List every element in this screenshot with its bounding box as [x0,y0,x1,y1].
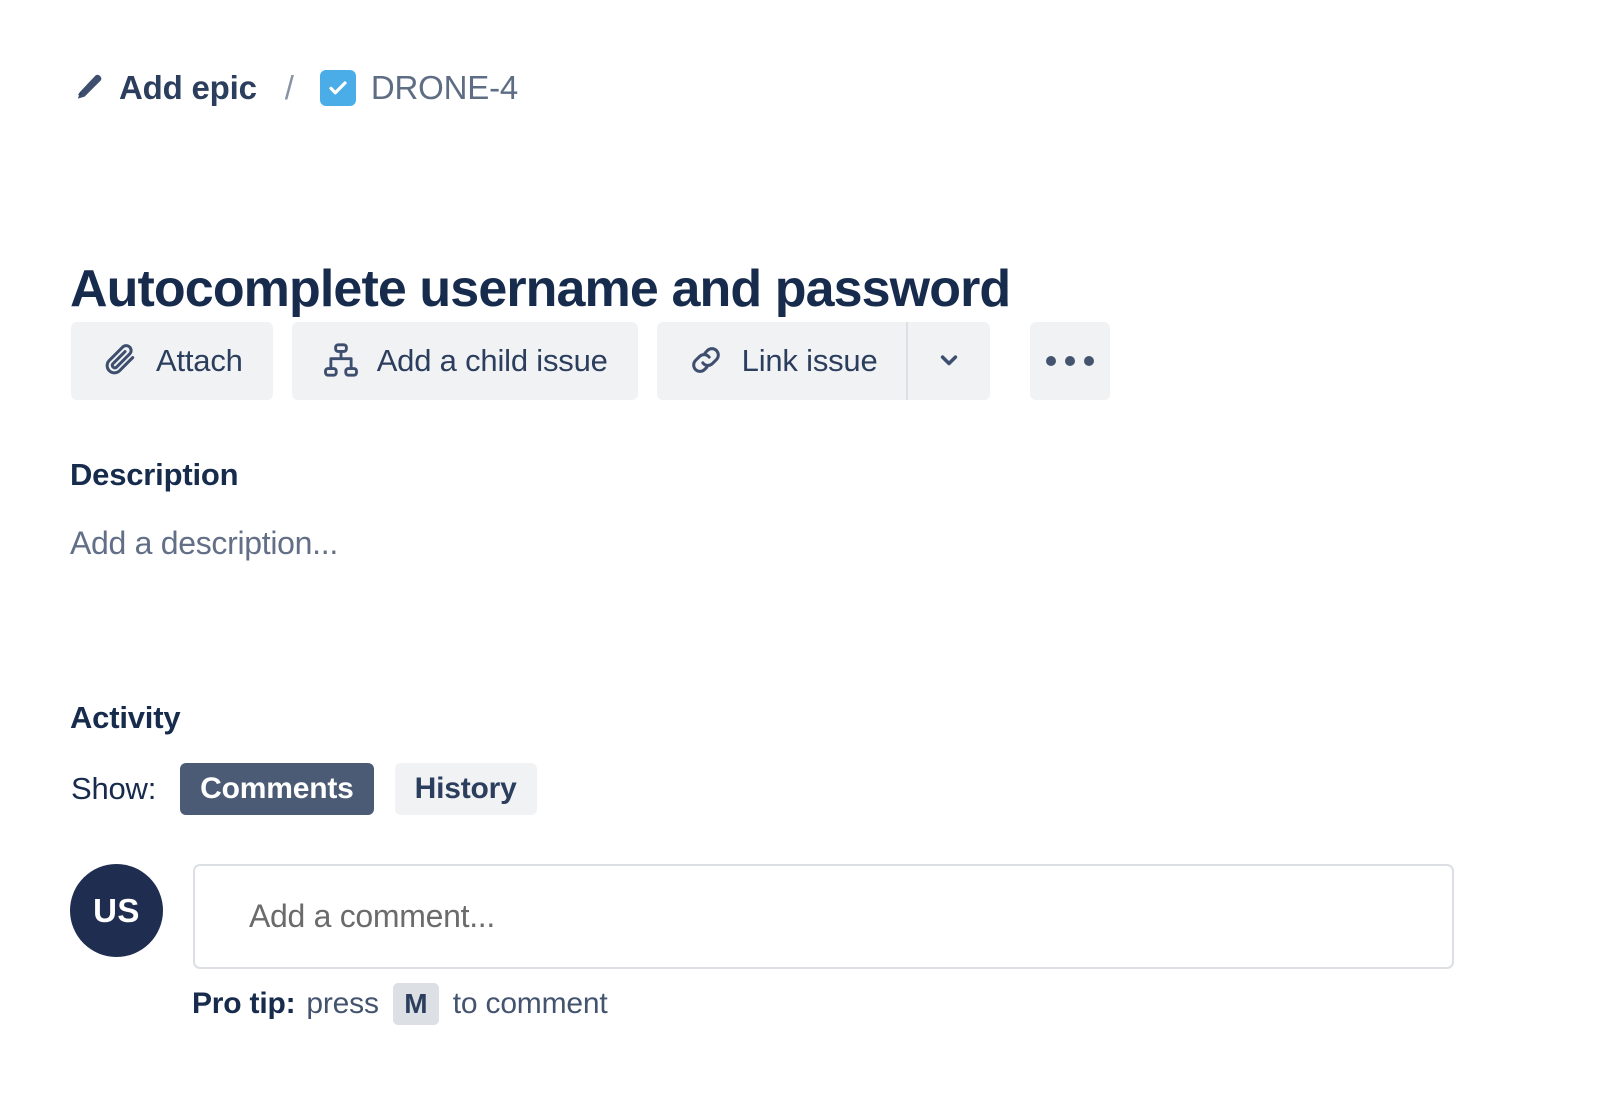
avatar[interactable]: US [70,864,163,957]
pencil-icon [71,71,105,105]
activity-heading: Activity [70,700,180,736]
task-checkbox-icon [320,70,356,106]
issue-detail-page: Add epic / DRONE-4 Autocomplete username… [0,0,1600,1103]
ellipsis-icon [1065,356,1075,366]
breadcrumb-separator: / [285,69,294,107]
add-child-issue-button[interactable]: Add a child issue [292,322,638,400]
breadcrumb-issue-key[interactable]: DRONE-4 [320,69,518,107]
pro-tip-key-badge: M [393,983,439,1025]
ellipsis-icon [1046,356,1056,366]
comment-input[interactable]: Add a comment... [193,864,1454,969]
chevron-down-icon [935,346,963,377]
description-placeholder[interactable]: Add a description... [70,525,338,562]
breadcrumb-add-epic-label: Add epic [119,69,257,107]
more-actions-button[interactable] [1030,322,1110,400]
activity-show-label: Show: [71,771,156,807]
description-heading: Description [70,457,238,493]
link-issue-dropdown-button[interactable] [908,322,990,400]
link-issue-button-label: Link issue [742,343,878,379]
chain-link-icon [687,341,725,382]
issue-action-toolbar: Attach Add a child issue [71,322,1110,400]
pro-tip-action: press [306,987,378,1021]
paperclip-icon [101,341,139,382]
breadcrumb-issue-key-label: DRONE-4 [371,69,518,107]
pro-tip-prefix: Pro tip: [192,987,295,1021]
breadcrumb-add-epic[interactable]: Add epic [71,69,257,107]
page-title[interactable]: Autocomplete username and password [70,257,1010,321]
hierarchy-icon [322,341,360,382]
link-issue-button[interactable]: Link issue [657,322,906,400]
link-issue-button-group: Link issue [657,322,990,400]
attach-button[interactable]: Attach [71,322,273,400]
tab-history[interactable]: History [395,763,537,815]
breadcrumb: Add epic / DRONE-4 [71,62,518,114]
ellipsis-icon [1084,356,1094,366]
comment-input-placeholder: Add a comment... [195,898,495,935]
pro-tip: Pro tip: press M to comment [192,983,608,1025]
attach-button-label: Attach [156,343,243,379]
tab-comments[interactable]: Comments [180,763,373,815]
add-child-issue-button-label: Add a child issue [377,343,608,379]
add-comment-row: US Add a comment... [70,864,1454,969]
activity-filter-row: Show: Comments History [71,763,558,815]
pro-tip-suffix: to comment [453,987,608,1021]
